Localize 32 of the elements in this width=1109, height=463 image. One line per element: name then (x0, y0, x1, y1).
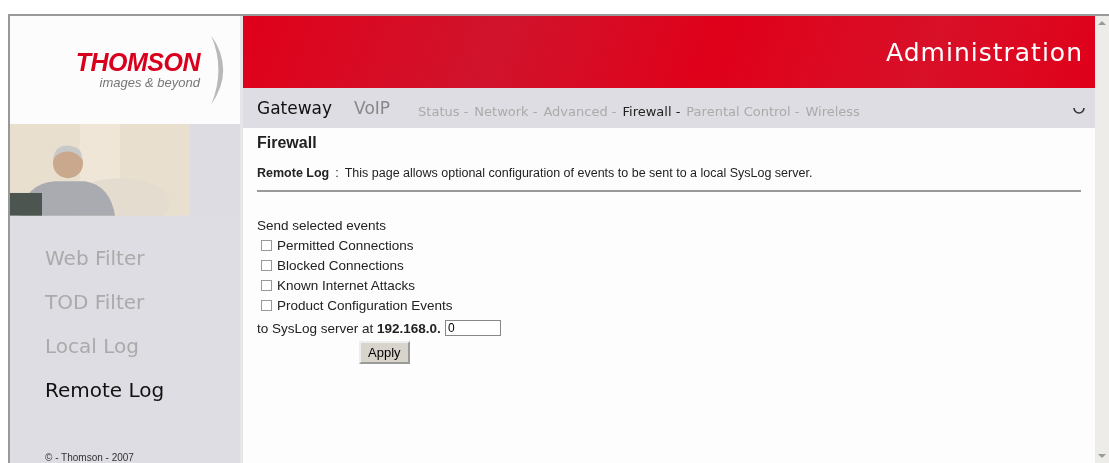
subnav-link[interactable]: Advanced - (543, 103, 617, 119)
subnav-link[interactable]: Network - (474, 103, 538, 119)
subnav-link[interactable]: Parental Control - (686, 103, 800, 119)
checkbox[interactable] (261, 300, 272, 311)
sidebar-link[interactable]: TOD Filter (45, 290, 240, 334)
subnav-link[interactable]: Wireless (805, 103, 860, 119)
nav-tab[interactable]: VoIP (354, 98, 391, 118)
brand-tagline: images & beyond (99, 75, 200, 91)
section-label: Remote Log (257, 166, 330, 180)
sidebar-link[interactable]: Web Filter (45, 246, 240, 290)
ip-input-field[interactable]: 0 (444, 320, 501, 336)
subnav-link[interactable]: Firewall - (622, 103, 681, 119)
checkbox-label: Blocked Connections (277, 258, 404, 273)
checkbox-label: Permitted Connections (277, 238, 414, 253)
nav-tab[interactable]: Gateway (257, 98, 333, 118)
server-label: to SysLog server at 192.168.0. (257, 320, 441, 336)
checkbox[interactable] (261, 240, 272, 251)
checkbox-label: Product Configuration Events (277, 298, 453, 313)
brand-logo: THOMSON (75, 50, 200, 76)
events-label: Send selected events (257, 218, 388, 233)
description-text: This page allows optional configuration of events to be sent to a local SysLog server. (344, 166, 813, 180)
checkbox[interactable] (261, 280, 272, 291)
separator-text: : (335, 166, 339, 180)
page-title: Firewall (257, 134, 318, 152)
sidebar-link[interactable]: Remote Log (45, 378, 240, 422)
header-title: Administration (886, 37, 1083, 67)
checkbox[interactable] (261, 260, 272, 271)
sidebar-link[interactable]: Local Log (45, 334, 240, 378)
apply-button[interactable]: Apply (359, 341, 410, 364)
copyright-text: © - Thomson - 2007 (45, 452, 135, 463)
checkbox-label: Known Internet Attacks (277, 278, 416, 293)
subnav-link[interactable]: Status - (418, 103, 469, 119)
